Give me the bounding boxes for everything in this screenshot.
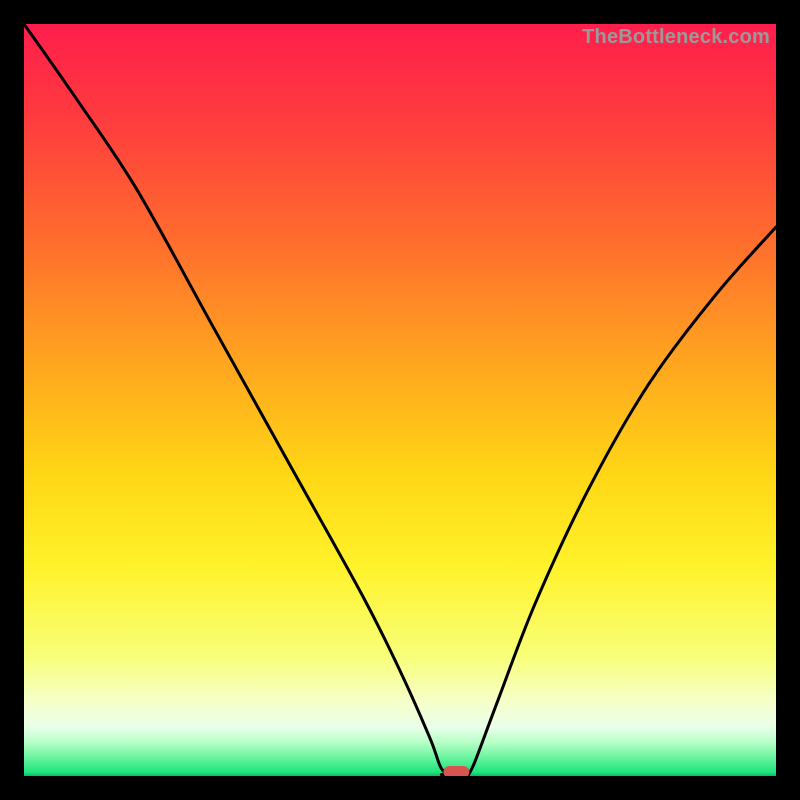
watermark-text: TheBottleneck.com — [582, 26, 770, 49]
chart-frame: TheBottleneck.com — [24, 24, 776, 776]
gradient-background — [24, 24, 776, 776]
optimal-marker — [443, 766, 469, 776]
bottleneck-chart — [24, 24, 776, 776]
